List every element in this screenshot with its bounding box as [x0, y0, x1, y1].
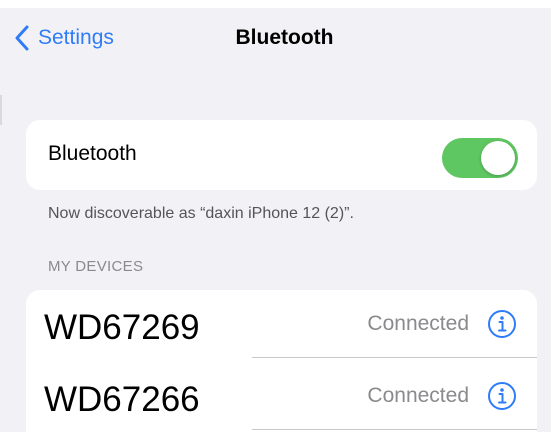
- toggle-knob: [481, 141, 515, 175]
- navigation-bar: Settings Bluetooth: [0, 0, 551, 88]
- device-row[interactable]: WD67266 Connected: [26, 362, 537, 432]
- info-circle-icon[interactable]: [487, 309, 517, 339]
- status-bar-strip-top: [0, 0, 551, 8]
- device-name: WD67266: [44, 380, 200, 419]
- row-divider: [252, 429, 537, 430]
- my-devices-list: WD67269 Connected WD67266 Connected: [26, 290, 537, 432]
- row-divider: [252, 357, 537, 358]
- bluetooth-label: Bluetooth: [48, 142, 137, 165]
- device-status: Connected: [367, 312, 469, 335]
- device-name: WD67269: [44, 308, 200, 347]
- device-status: Connected: [367, 384, 469, 407]
- info-circle-icon[interactable]: [487, 381, 517, 411]
- my-devices-header: MY DEVICES: [48, 258, 144, 275]
- bluetooth-toggle[interactable]: [442, 138, 518, 178]
- device-row[interactable]: WD67269 Connected: [26, 290, 537, 360]
- bluetooth-toggle-row: Bluetooth: [26, 120, 537, 190]
- edge-divider: [0, 95, 2, 125]
- discoverable-note: Now discoverable as “daxin iPhone 12 (2)…: [48, 205, 354, 222]
- page-title: Bluetooth: [235, 26, 334, 49]
